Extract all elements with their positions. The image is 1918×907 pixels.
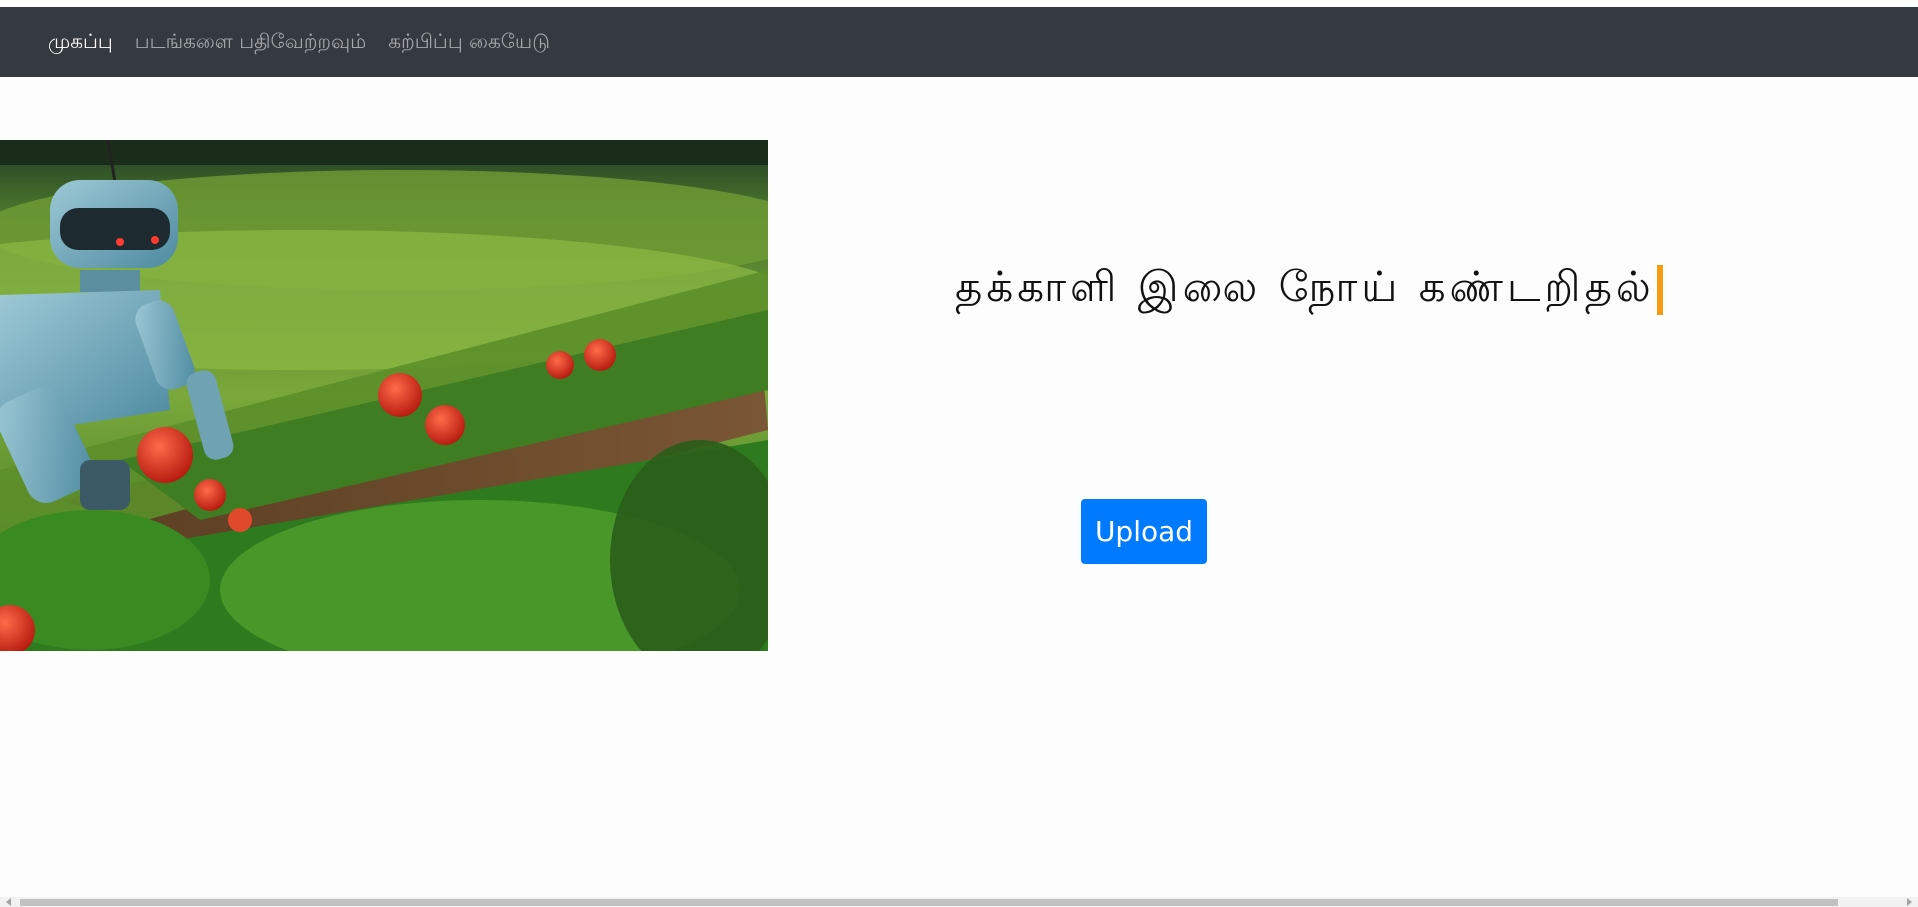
nav-item-tutorial[interactable]: கற்பிப்பு கையேடு xyxy=(388,29,550,56)
scroll-right-arrow-icon[interactable] xyxy=(1907,898,1912,906)
title-text: தக்காளி இலை நோய் கண்டறிதல் xyxy=(955,262,1655,311)
typing-caret xyxy=(1656,264,1663,315)
upload-button[interactable]: Upload xyxy=(1081,499,1207,564)
nav-item-home[interactable]: முகப்பு xyxy=(48,29,113,56)
horizontal-scrollbar[interactable] xyxy=(0,897,1918,907)
nav-item-upload-images[interactable]: படங்களை பதிவேற்றவும் xyxy=(135,29,367,56)
top-strip xyxy=(0,0,1918,7)
hero-image xyxy=(0,140,768,651)
robot-farm-illustration xyxy=(0,140,768,651)
navbar: முகப்பு படங்களை பதிவேற்றவும் கற்பிப்பு க… xyxy=(0,7,1918,77)
scroll-left-arrow-icon[interactable] xyxy=(6,898,11,906)
page-title: தக்காளி இலை நோய் கண்டறிதல் xyxy=(955,262,1663,317)
scrollbar-thumb[interactable] xyxy=(20,899,1838,906)
